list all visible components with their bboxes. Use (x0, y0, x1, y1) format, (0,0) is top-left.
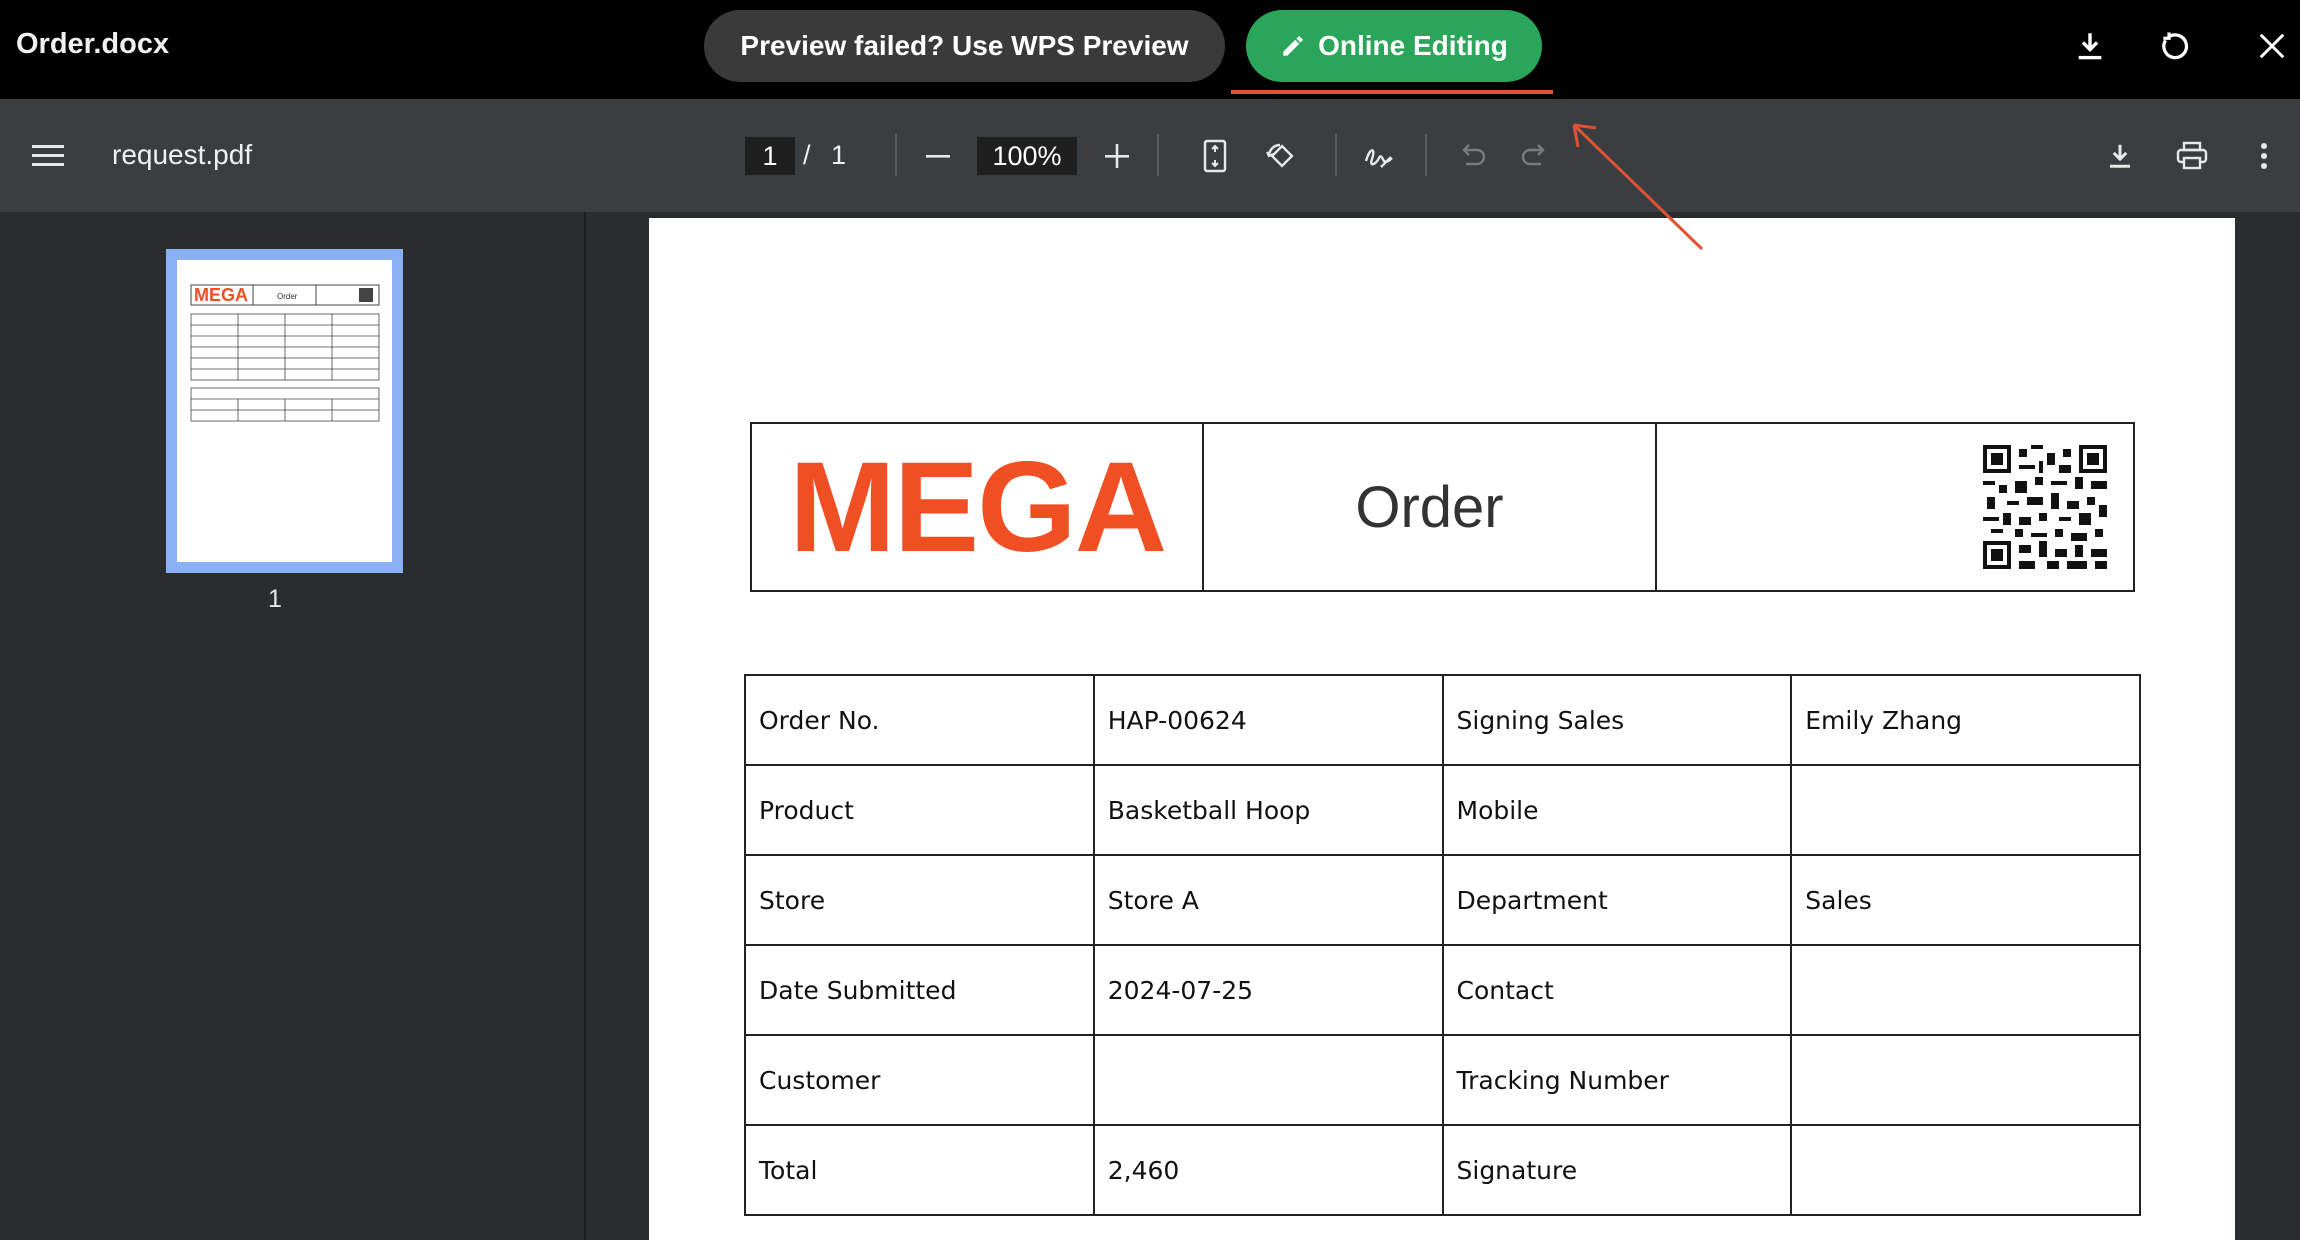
table-cell (1790, 944, 2141, 1036)
toolbar-divider (1157, 134, 1159, 176)
wps-preview-button[interactable]: Preview failed? Use WPS Preview (704, 10, 1225, 82)
fit-page-icon[interactable] (1195, 136, 1235, 176)
menu-icon[interactable] (28, 136, 68, 176)
table-cell: 2,460 (1092, 1124, 1444, 1216)
table-cell (1092, 1034, 1444, 1126)
table-cell: Store A (1092, 854, 1444, 946)
page-thumbnail[interactable]: MEGA Order (166, 249, 403, 573)
table-cell: Signing Sales (1441, 674, 1793, 766)
signature-icon[interactable] (1360, 136, 1400, 176)
pdf-download-icon[interactable] (2100, 136, 2140, 176)
table-cell: Product (744, 764, 1095, 856)
close-icon[interactable] (2250, 24, 2294, 68)
table-cell (1790, 1124, 2141, 1216)
document-title: Order.docx (16, 28, 170, 60)
zoom-level[interactable]: 100% (977, 137, 1077, 175)
table-cell: Sales (1790, 854, 2141, 946)
table-cell (1790, 1034, 2141, 1126)
pdf-file-name: request.pdf (112, 139, 253, 170)
table-row: Date Submitted 2024-07-25 Contact (744, 944, 2141, 1036)
zoom-in-icon[interactable] (1097, 136, 1137, 176)
thumbnail-preview: MEGA Order (190, 284, 380, 422)
table-row: Customer Tracking Number (744, 1034, 2141, 1126)
thumbnail-page: MEGA Order (177, 260, 392, 562)
page-total: 1 (831, 140, 847, 170)
download-icon[interactable] (2068, 24, 2112, 68)
table-cell: Store (744, 854, 1095, 946)
toolbar-divider (1425, 134, 1427, 176)
table-cell (1790, 764, 2141, 856)
toolbar-divider (895, 134, 897, 176)
online-editing-label: Online Editing (1318, 30, 1508, 61)
annotation-underline (1231, 90, 1553, 94)
print-icon[interactable] (2172, 136, 2212, 176)
rotate-icon[interactable] (1260, 136, 1300, 176)
table-cell: Contact (1441, 944, 1793, 1036)
page-number-input[interactable]: 1 (745, 137, 795, 175)
logo-cell: MEGA (752, 424, 1205, 590)
zoom-out-icon[interactable] (918, 136, 958, 176)
order-title: Order (1355, 474, 1504, 540)
svg-text:MEGA: MEGA (194, 285, 248, 305)
refresh-icon[interactable] (2152, 24, 2196, 68)
thumbnail-page-number: 1 (268, 585, 282, 613)
undo-icon[interactable] (1452, 136, 1492, 176)
page-separator: / (803, 140, 811, 170)
table-row: Product Basketball Hoop Mobile (744, 764, 2141, 856)
table-cell: Tracking Number (1441, 1034, 1793, 1126)
svg-text:Order: Order (277, 292, 298, 301)
table-cell: 2024-07-25 (1092, 944, 1444, 1036)
table-cell: Total (744, 1124, 1095, 1216)
more-options-icon[interactable] (2244, 136, 2284, 176)
table-cell: Department (1441, 854, 1793, 946)
toolbar-divider (1335, 134, 1337, 176)
mega-logo: MEGA (789, 435, 1167, 579)
pdf-toolbar: request.pdf 1 / 1 100% (0, 99, 2300, 212)
table-cell: Mobile (1441, 764, 1793, 856)
pencil-icon (1283, 36, 1303, 56)
top-bar: Order.docx Preview failed? Use WPS Previ… (0, 0, 2300, 99)
redo-icon[interactable] (1515, 136, 1555, 176)
table-cell: Basketball Hoop (1092, 764, 1444, 856)
table-row: Store Store A Department Sales (744, 854, 2141, 946)
annotation-arrow-icon (1572, 123, 1704, 251)
table-cell: HAP-00624 (1092, 674, 1444, 766)
table-row: Total 2,460 Signature (744, 1124, 2141, 1216)
qr-cell (1657, 424, 2133, 590)
title-cell: Order (1204, 424, 1657, 590)
table-cell: Order No. (744, 674, 1095, 766)
table-cell: Signature (1441, 1124, 1793, 1216)
table-cell: Customer (744, 1034, 1095, 1126)
table-cell: Date Submitted (744, 944, 1095, 1036)
order-header-table: MEGA Order (750, 422, 2135, 592)
online-editing-button[interactable]: Online Editing (1246, 10, 1542, 82)
table-row: Order No. HAP-00624 Signing Sales Emily … (744, 674, 2141, 766)
order-info-table: Order No. HAP-00624 Signing Sales Emily … (744, 674, 2141, 1216)
qr-code-icon (1982, 445, 2107, 569)
table-cell: Emily Zhang (1790, 674, 2141, 766)
